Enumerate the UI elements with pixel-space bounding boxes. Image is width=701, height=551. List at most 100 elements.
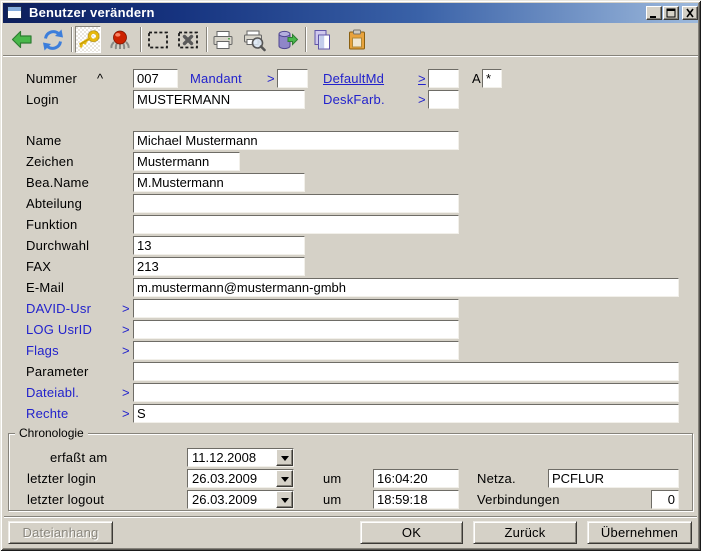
- selection-icon: [146, 28, 170, 52]
- davidusr-arrow[interactable]: >: [122, 301, 130, 316]
- fax-input[interactable]: [133, 257, 305, 276]
- logusrid-link[interactable]: LOG UsrID: [26, 322, 92, 337]
- login-time-input[interactable]: [373, 469, 459, 488]
- minimize-button[interactable]: [646, 6, 662, 20]
- clear-selection-button[interactable]: [175, 26, 201, 53]
- print-button[interactable]: [210, 26, 236, 53]
- login-um-label: um: [323, 471, 341, 486]
- defaultmd-arrow[interactable]: >: [418, 71, 426, 86]
- maximize-button[interactable]: [663, 6, 679, 20]
- logusrid-arrow[interactable]: >: [122, 322, 130, 337]
- beaname-input[interactable]: [133, 173, 305, 192]
- print-preview-button[interactable]: [241, 26, 267, 53]
- chevron-down-icon[interactable]: [276, 491, 293, 508]
- parameter-input[interactable]: [133, 362, 679, 381]
- zeichen-input[interactable]: [133, 152, 240, 171]
- ok-button[interactable]: OK: [360, 521, 463, 544]
- dialog-window: Benutzer verändern: [0, 0, 701, 551]
- titlebar[interactable]: Benutzer verändern: [3, 3, 698, 23]
- flags-arrow[interactable]: >: [122, 343, 130, 358]
- verbindungen-label: Verbindungen: [477, 492, 560, 507]
- nummer-label: Nummer: [26, 71, 77, 86]
- a-label: A: [472, 71, 481, 86]
- name-input[interactable]: [133, 131, 459, 150]
- app-window-icon: [7, 6, 22, 19]
- sort-indicator[interactable]: ^: [97, 71, 103, 86]
- deskfarb-input[interactable]: [428, 90, 459, 109]
- uebernehmen-button[interactable]: Übernehmen: [587, 521, 692, 544]
- letzter-login-date-combo[interactable]: 26.03.2009: [187, 469, 294, 488]
- defaultmd-link[interactable]: DefaultMd: [323, 71, 384, 86]
- abteilung-label: Abteilung: [26, 196, 82, 211]
- back-button[interactable]: [9, 26, 35, 53]
- toolbar-separator: [71, 27, 73, 52]
- abteilung-input[interactable]: [133, 194, 459, 213]
- mandant-input[interactable]: [277, 69, 308, 88]
- refresh-button[interactable]: [40, 26, 66, 53]
- toolbar-separator: [305, 27, 307, 52]
- letzter-login-date-value: 26.03.2009: [192, 471, 257, 486]
- fax-label: FAX: [26, 259, 51, 274]
- dateiabl-link[interactable]: Dateiabl.: [26, 385, 79, 400]
- a-input[interactable]: [482, 69, 502, 88]
- zurueck-button[interactable]: Zurück: [473, 521, 577, 544]
- database-export-icon: [275, 28, 299, 52]
- copy-button[interactable]: [309, 26, 335, 53]
- letzter-logout-date-combo[interactable]: 26.03.2009: [187, 490, 294, 509]
- netza-input[interactable]: [548, 469, 679, 488]
- mandant-arrow[interactable]: >: [267, 71, 275, 86]
- close-icon: [683, 7, 697, 19]
- erfasst-am-date-combo[interactable]: 11.12.2008: [187, 448, 294, 467]
- database-export-button[interactable]: [274, 26, 300, 53]
- dateiabl-arrow[interactable]: >: [122, 385, 130, 400]
- key-icon: [76, 28, 100, 52]
- paste-button[interactable]: [344, 26, 370, 53]
- flags-link[interactable]: Flags: [26, 343, 59, 358]
- letzter-logout-date-value: 26.03.2009: [192, 492, 257, 507]
- toolbar-separator: [140, 27, 142, 52]
- davidusr-link[interactable]: DAVID-Usr: [26, 301, 91, 316]
- davidusr-input[interactable]: [133, 299, 459, 318]
- logusrid-input[interactable]: [133, 320, 459, 339]
- login-label: Login: [26, 92, 59, 107]
- chevron-down-icon[interactable]: [276, 449, 293, 466]
- defaultmd-input[interactable]: [428, 69, 459, 88]
- letzter-logout-label: letzter logout: [27, 492, 104, 507]
- toolbar-separator: [206, 27, 208, 52]
- email-input[interactable]: [133, 278, 679, 297]
- deskfarb-arrow[interactable]: >: [418, 92, 426, 107]
- bug-button[interactable]: [107, 26, 133, 53]
- copy-icon: [310, 28, 334, 52]
- chronologie-title: Chronologie: [15, 426, 88, 440]
- logout-um-label: um: [323, 492, 341, 507]
- dateianhang-button: Dateianhang: [8, 521, 113, 544]
- close-button[interactable]: [682, 6, 698, 20]
- erfasst-am-date-value: 11.12.2008: [192, 450, 256, 465]
- mandant-link[interactable]: Mandant: [190, 71, 242, 86]
- flags-input[interactable]: [133, 341, 459, 360]
- rechte-link[interactable]: Rechte: [26, 406, 68, 421]
- deskfarb-link[interactable]: DeskFarb.: [323, 92, 385, 107]
- rechte-input[interactable]: [133, 404, 679, 423]
- refresh-icon: [41, 28, 65, 52]
- key-button[interactable]: [75, 26, 101, 53]
- selection-button[interactable]: [145, 26, 171, 53]
- chevron-down-icon[interactable]: [276, 470, 293, 487]
- verbindungen-input[interactable]: [651, 490, 679, 509]
- nummer-input[interactable]: [133, 69, 178, 88]
- login-input[interactable]: [133, 90, 305, 109]
- rechte-arrow[interactable]: >: [122, 406, 130, 421]
- netza-label: Netza.: [477, 471, 516, 486]
- durchwahl-input[interactable]: [133, 236, 305, 255]
- letzter-login-label: letzter login: [27, 471, 96, 486]
- beaname-label: Bea.Name: [26, 175, 89, 190]
- paste-icon: [345, 28, 369, 52]
- window-title: Benutzer verändern: [29, 5, 155, 20]
- funktion-input[interactable]: [133, 215, 459, 234]
- logout-time-input[interactable]: [373, 490, 459, 509]
- dateiabl-input[interactable]: [133, 383, 679, 402]
- print-preview-icon: [242, 28, 266, 52]
- buttonbar-divider: [4, 516, 697, 518]
- name-label: Name: [26, 133, 61, 148]
- erfasst-am-label: erfaßt am: [50, 450, 107, 465]
